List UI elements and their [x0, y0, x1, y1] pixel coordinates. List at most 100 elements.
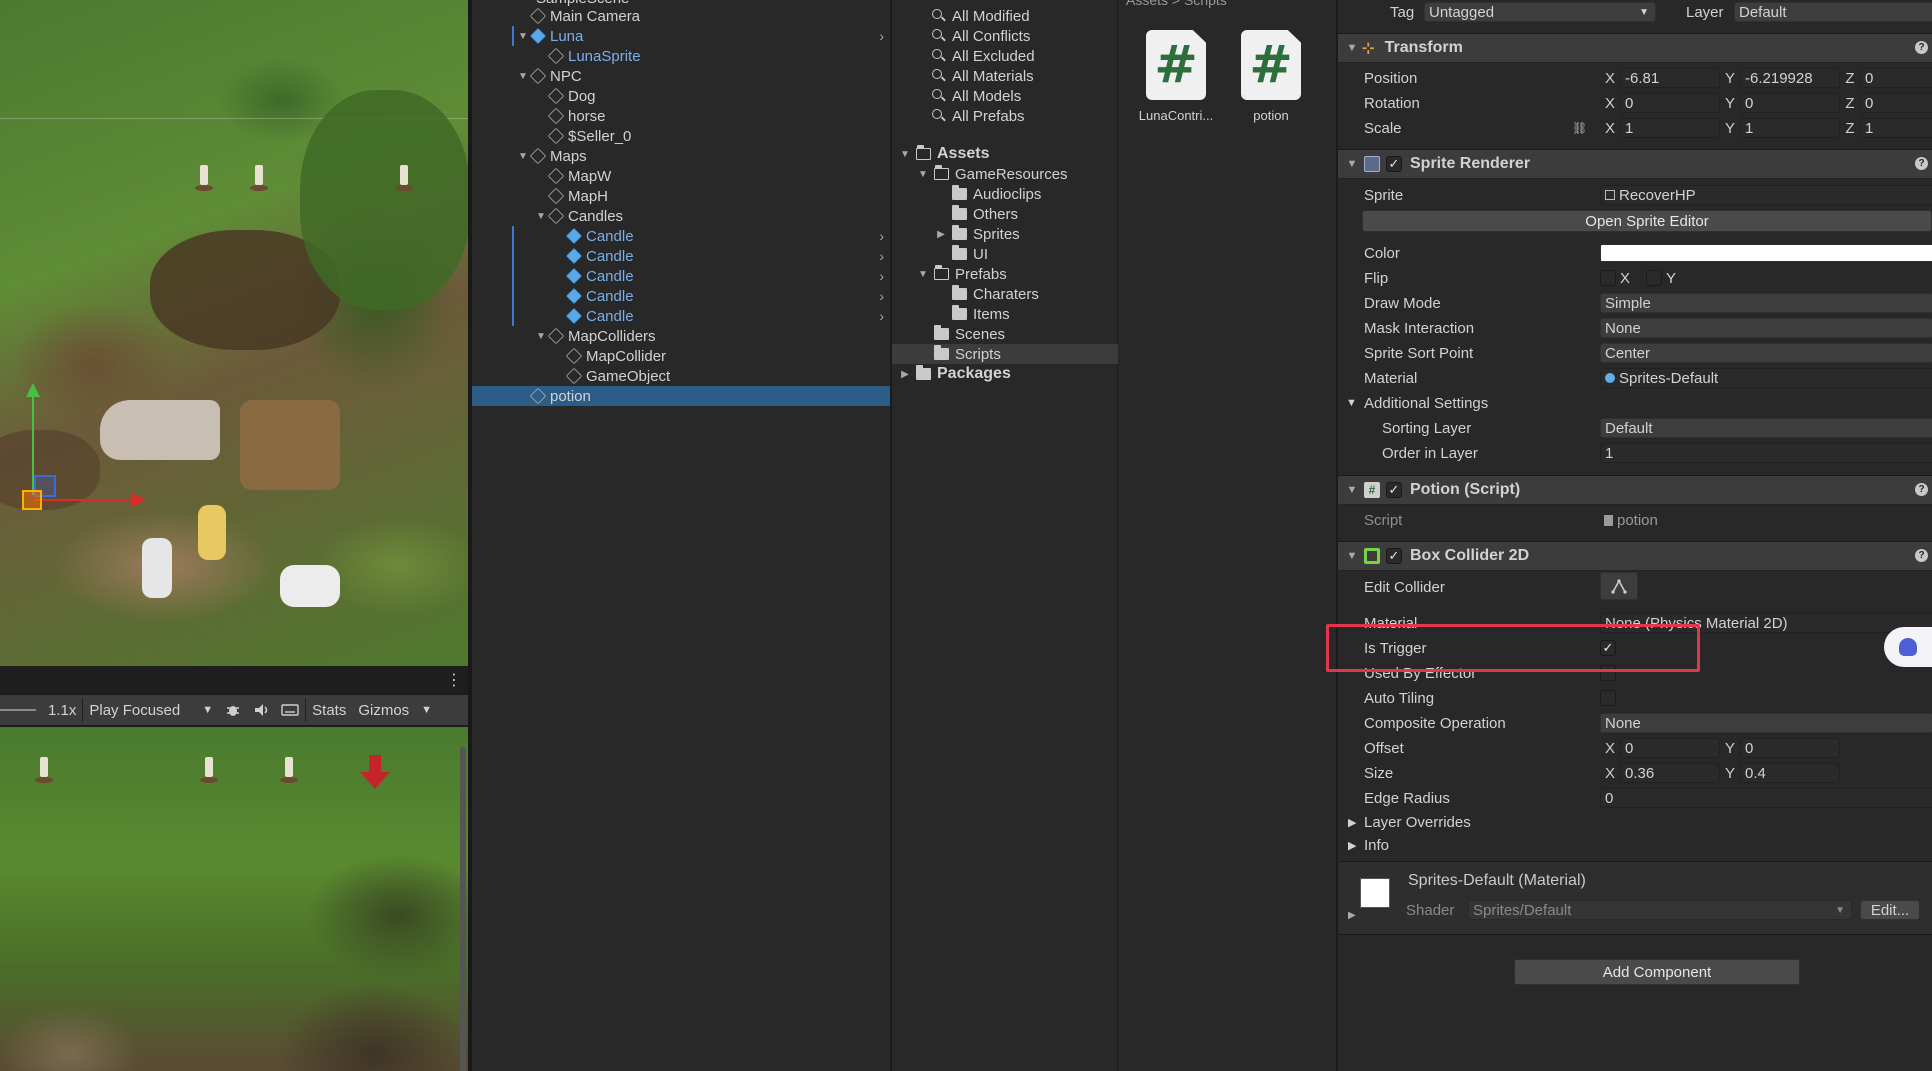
box-collider-header[interactable]: ▼ ✓ Box Collider 2D ? — [1338, 541, 1932, 571]
shader-dropdown[interactable]: Sprites/Default ▼ — [1468, 900, 1852, 920]
hierarchy-item[interactable]: Candle › — [472, 286, 890, 306]
hierarchy-item[interactable]: MapW — [472, 166, 890, 186]
project-folder-item[interactable]: Audioclips — [892, 184, 1118, 204]
favorite-search-item[interactable]: All Models — [892, 86, 1118, 106]
prefab-open-chevron-icon[interactable]: › — [879, 268, 884, 284]
sprite-renderer-enabled-checkbox[interactable]: ✓ — [1386, 156, 1402, 172]
flip-y-checkbox[interactable] — [1646, 270, 1663, 286]
order-in-layer-field[interactable]: 1 — [1600, 443, 1932, 463]
auto-tiling-checkbox[interactable] — [1600, 690, 1616, 706]
transform-header[interactable]: ▼ ⊹ Transform ? — [1338, 33, 1932, 63]
foldout-arrow-icon[interactable]: ▼ — [1344, 42, 1360, 54]
offset-x-field[interactable]: 0 — [1620, 738, 1720, 758]
stats-button[interactable]: Stats — [306, 695, 352, 725]
hierarchy-item[interactable]: GameObject — [472, 366, 890, 386]
hierarchy-item[interactable]: MapH — [472, 186, 890, 206]
project-folder-item[interactable]: ▼ Assets — [892, 144, 1118, 164]
prefab-open-chevron-icon[interactable]: › — [879, 228, 884, 244]
potion-script-header[interactable]: ▼ # ✓ Potion (Script) ? — [1338, 475, 1932, 505]
project-folder-item[interactable]: ▼ Prefabs — [892, 264, 1118, 284]
prefab-open-chevron-icon[interactable]: › — [879, 28, 884, 44]
hierarchy-item[interactable]: Dog — [472, 86, 890, 106]
scale-x-field[interactable]: 1 — [1620, 118, 1720, 138]
hierarchy-item[interactable]: Candle › — [472, 246, 890, 266]
help-icon[interactable]: ? — [1915, 41, 1928, 54]
info-foldout[interactable]: ▶ Info — [1338, 834, 1932, 856]
sprite-sort-point-dropdown[interactable]: Center — [1600, 343, 1932, 363]
foldout-arrow-icon[interactable]: ▼ — [1346, 397, 1357, 409]
foldout-arrow-icon[interactable]: ▶ — [1348, 839, 1356, 852]
foldout-arrow-icon[interactable]: ▼ — [516, 151, 530, 162]
foldout-arrow-icon[interactable]: ▼ — [916, 169, 930, 180]
kebab-menu-icon[interactable]: ⋮ — [446, 670, 462, 690]
scale-slider[interactable] — [0, 709, 36, 711]
layer-dropdown[interactable]: Default — [1734, 2, 1932, 22]
rotation-x-field[interactable]: 0 — [1620, 93, 1720, 113]
layer-overrides-foldout[interactable]: ▶ Layer Overrides — [1338, 811, 1932, 833]
hierarchy-item[interactable]: LunaSprite — [472, 46, 890, 66]
offset-y-field[interactable]: 0 — [1740, 738, 1840, 758]
foldout-arrow-icon[interactable]: ▶ — [1348, 910, 1356, 921]
script-enabled-checkbox[interactable]: ✓ — [1386, 482, 1402, 498]
add-component-button[interactable]: Add Component — [1514, 959, 1800, 985]
edit-collider-button[interactable] — [1600, 572, 1638, 600]
foldout-arrow-icon[interactable]: ▼ — [1344, 158, 1360, 170]
position-y-field[interactable]: -6.219928 — [1740, 68, 1840, 88]
composite-operation-dropdown[interactable]: None — [1600, 713, 1932, 733]
hierarchy-item[interactable]: ▼ Candles — [472, 206, 890, 226]
hierarchy-item[interactable]: $Seller_0 — [472, 126, 890, 146]
gizmos-button[interactable]: Gizmos — [352, 695, 415, 725]
project-folder-item[interactable]: Scripts — [892, 344, 1118, 364]
foldout-arrow-icon[interactable]: ▼ — [1344, 550, 1360, 562]
assistant-floating-button[interactable] — [1884, 627, 1932, 667]
project-folder-item[interactable]: UI — [892, 244, 1118, 264]
foldout-arrow-icon[interactable]: ▶ — [1348, 816, 1356, 829]
project-folder-item[interactable]: ▶ Packages — [892, 364, 1118, 384]
hierarchy-item[interactable]: Candle › — [472, 226, 890, 246]
selected-object-handle[interactable] — [22, 490, 42, 510]
hierarchy-item[interactable]: potion — [472, 386, 890, 406]
foldout-arrow-icon[interactable]: ▶ — [898, 369, 912, 380]
hierarchy-item[interactable]: MapCollider — [472, 346, 890, 366]
flip-x-checkbox[interactable] — [1600, 270, 1616, 286]
hierarchy-item[interactable]: Candle › — [472, 266, 890, 286]
project-breadcrumb[interactable]: Assets > Scripts — [1126, 0, 1227, 8]
hierarchy-item[interactable]: ▼ Luna › — [472, 26, 890, 46]
prefab-open-chevron-icon[interactable]: › — [879, 308, 884, 324]
open-sprite-editor-button[interactable]: Open Sprite Editor — [1362, 210, 1932, 232]
game-view-scrollbar[interactable] — [460, 747, 466, 1071]
project-folder-item[interactable]: ▼ GameResources — [892, 164, 1118, 184]
favorite-search-item[interactable]: All Prefabs — [892, 106, 1118, 126]
link-scale-icon[interactable]: ⛓ — [1572, 121, 1587, 135]
hierarchy-item[interactable]: horse — [472, 106, 890, 126]
hierarchy-item[interactable]: Candle › — [472, 306, 890, 326]
project-folder-item[interactable]: Charaters — [892, 284, 1118, 304]
favorite-search-item[interactable]: All Conflicts — [892, 26, 1118, 46]
material-object-field[interactable]: Sprites-Default — [1600, 368, 1932, 388]
project-folder-item[interactable]: Items — [892, 304, 1118, 324]
audio-icon[interactable] — [247, 695, 275, 725]
foldout-arrow-icon[interactable]: ▼ — [516, 71, 530, 82]
favorite-search-item[interactable]: All Materials — [892, 66, 1118, 86]
draw-mode-dropdown[interactable]: Simple — [1600, 293, 1932, 313]
material-edit-button[interactable]: Edit... — [1860, 900, 1920, 920]
bug-icon[interactable] — [219, 695, 247, 725]
box-collider-enabled-checkbox[interactable]: ✓ — [1386, 548, 1402, 564]
gizmos-chevron-down-icon[interactable]: ▼ — [415, 695, 438, 725]
position-z-field[interactable]: 0 — [1860, 68, 1932, 88]
size-y-field[interactable]: 0.4 — [1740, 763, 1840, 783]
keyboard-icon[interactable] — [275, 695, 305, 725]
help-icon[interactable]: ? — [1915, 483, 1928, 496]
move-gizmo-x-arrow[interactable] — [34, 493, 146, 507]
game-view[interactable] — [0, 727, 468, 1071]
hierarchy-item[interactable]: ▼ Maps — [472, 146, 890, 166]
rotation-z-field[interactable]: 0 — [1860, 93, 1932, 113]
favorite-search-item[interactable]: All Excluded — [892, 46, 1118, 66]
scene-view[interactable]: ⋮ — [0, 0, 468, 666]
sprite-renderer-header[interactable]: ▼ ✓ Sprite Renderer ? — [1338, 149, 1932, 179]
project-folder-item[interactable]: Scenes — [892, 324, 1118, 344]
hierarchy-item[interactable]: Main Camera — [472, 6, 890, 26]
foldout-arrow-icon[interactable]: ▼ — [1344, 484, 1360, 496]
foldout-arrow-icon[interactable]: ▼ — [516, 31, 530, 42]
size-x-field[interactable]: 0.36 — [1620, 763, 1720, 783]
